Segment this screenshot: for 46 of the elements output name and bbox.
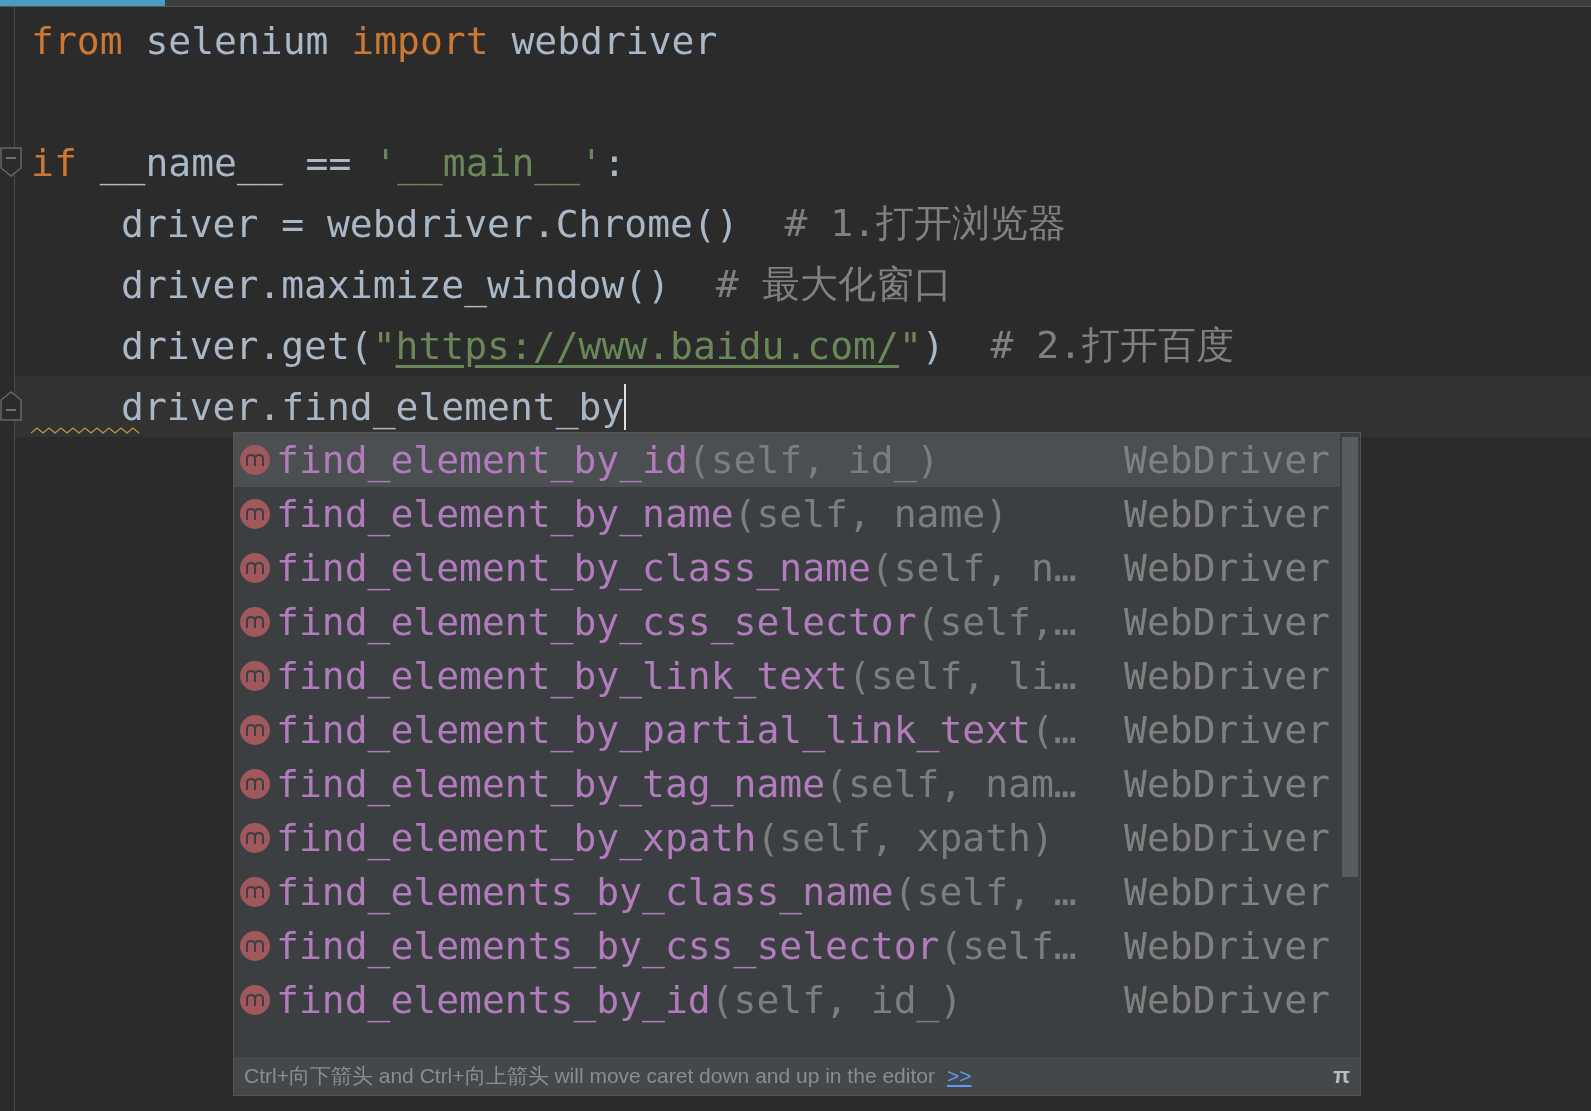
- method-icon: [240, 823, 270, 853]
- code-plain: selenium: [144, 18, 330, 63]
- code-string: ": [372, 323, 396, 368]
- hint-link[interactable]: >>: [946, 1064, 1334, 1088]
- completion-item[interactable]: find_element_by_class_name(self, n… WebDriver: [234, 541, 1340, 595]
- hint-text: Ctrl+向下箭头 and Ctrl+向上箭头 will move caret down and up in the editor: [244, 1063, 935, 1089]
- code-plain: driver.find_element_by: [121, 384, 625, 429]
- code-plain: webdriver: [510, 18, 718, 63]
- completion-item[interactable]: find_elements_by_css_selector(self… WebDriver: [234, 919, 1340, 973]
- code-string: ": [898, 323, 922, 368]
- code-plain: driver.maximize_window(): [121, 262, 672, 307]
- scrollbar-thumb[interactable]: [1342, 437, 1358, 877]
- code-url[interactable]: https://www.baidu.com/: [395, 323, 899, 368]
- code-keyword: if: [31, 140, 77, 185]
- fold-icon[interactable]: [0, 390, 23, 422]
- method-icon: [240, 931, 270, 961]
- method-icon: [240, 445, 270, 475]
- code-keyword: from: [31, 18, 123, 63]
- completion-item[interactable]: find_elements_by_id(self, id_) WebDriver: [234, 973, 1340, 1027]
- method-icon: [240, 877, 270, 907]
- completion-item[interactable]: find_element_by_link_text(self, li… WebDriver: [234, 649, 1340, 703]
- code-plain: __name__ ==: [98, 140, 353, 185]
- method-icon: [240, 607, 270, 637]
- completion-item[interactable]: find_elements_by_class_name(self, … WebDriver: [234, 865, 1340, 919]
- completion-item[interactable]: find_element_by_css_selector(self,… WebDriver: [234, 595, 1340, 649]
- method-icon: [240, 661, 270, 691]
- method-icon: [240, 769, 270, 799]
- completion-item[interactable]: find_element_by_name(self, name) WebDriver: [234, 487, 1340, 541]
- code-plain: driver.get(: [121, 323, 373, 368]
- completion-item[interactable]: find_element_by_tag_name(self, nam… WebDriver: [234, 757, 1340, 811]
- code-plain: driver = webdriver.Chrome(): [121, 201, 740, 246]
- pi-toggle[interactable]: π: [1333, 1063, 1350, 1089]
- method-icon: [240, 499, 270, 529]
- completion-item[interactable]: find_element_by_xpath(self, xpath) WebDriver: [234, 811, 1340, 865]
- method-icon: [240, 553, 270, 583]
- code-keyword: import: [351, 18, 489, 63]
- code-comment: # 最大化窗口: [715, 261, 952, 308]
- code-string: '__main__': [374, 140, 603, 185]
- completion-item[interactable]: find_element_by_partial_link_text(… WebDriver: [234, 703, 1340, 757]
- code-plain: :: [602, 140, 626, 185]
- fold-icon[interactable]: [0, 146, 23, 178]
- method-icon: [240, 715, 270, 745]
- code-comment: # 1.打开浏览器: [784, 200, 1066, 247]
- code-comment: # 2.打开百度: [990, 322, 1234, 369]
- method-icon: [240, 985, 270, 1015]
- code-plain: ): [921, 323, 946, 368]
